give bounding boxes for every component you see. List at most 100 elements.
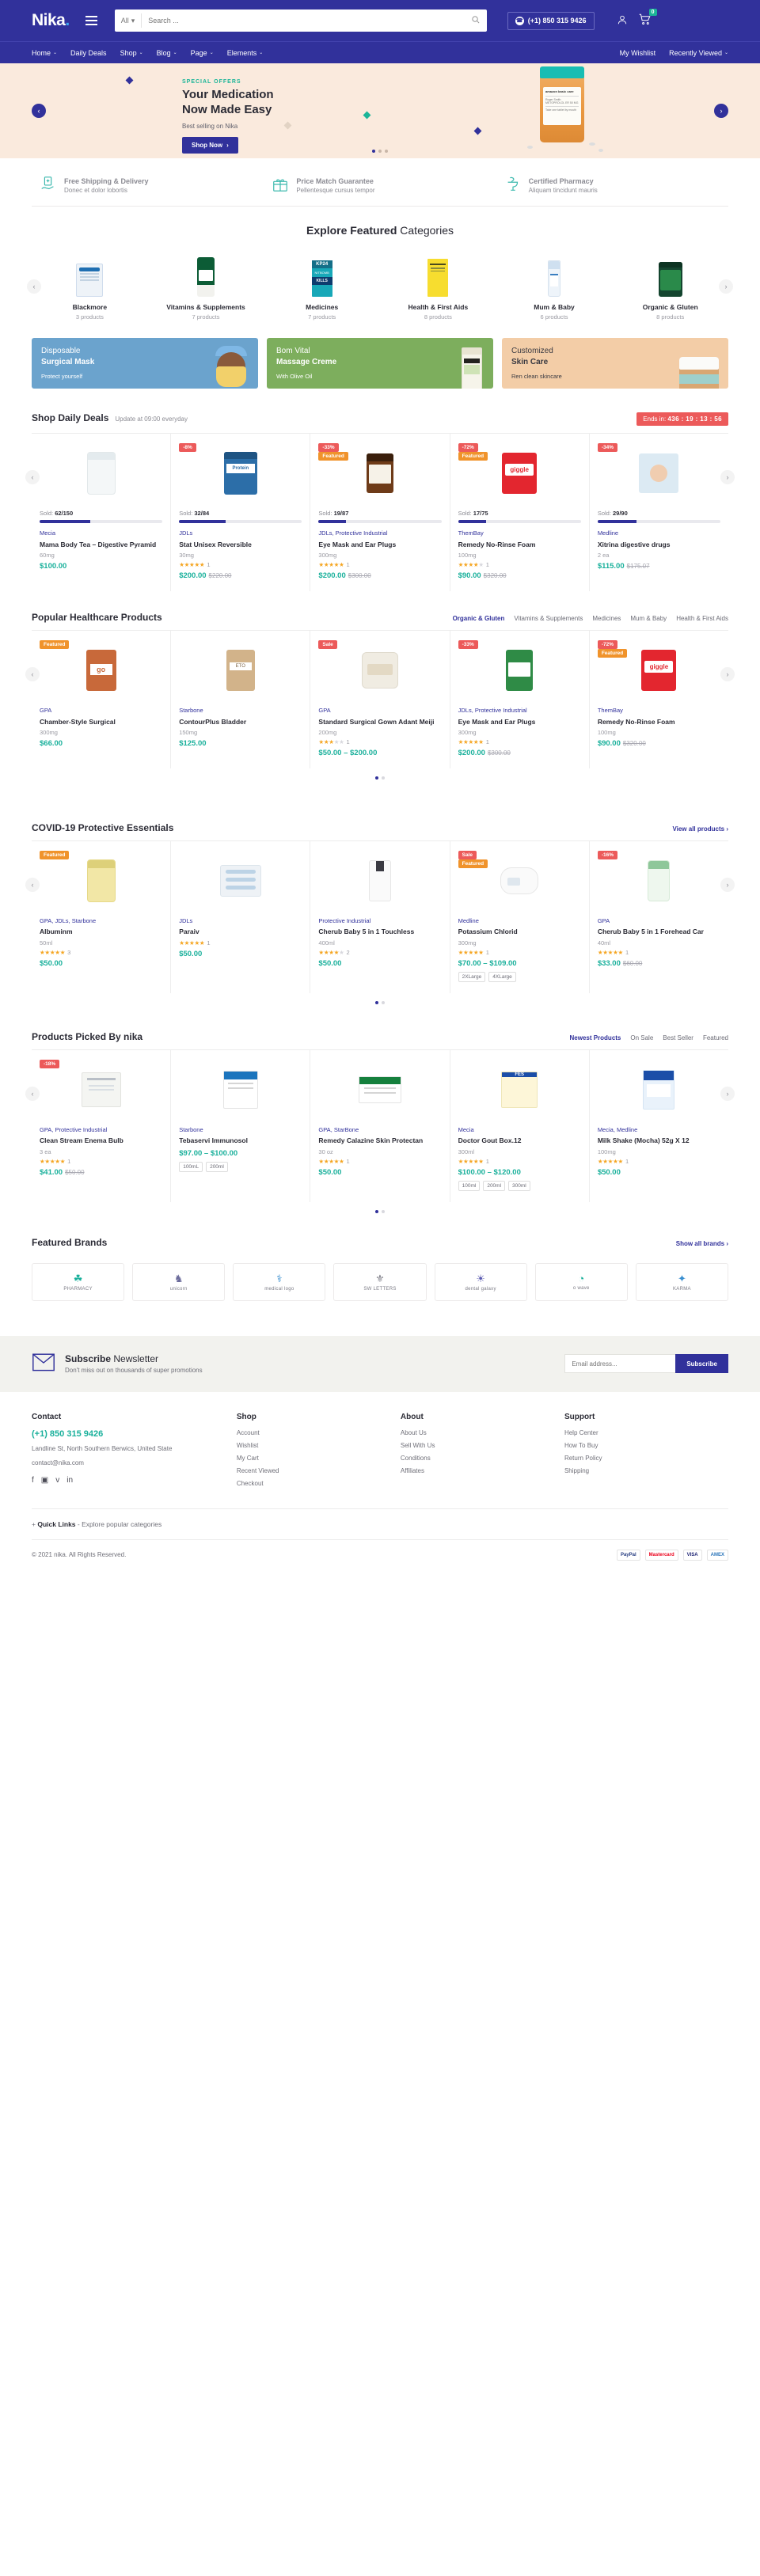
footer-link[interactable]: Recent Viewed <box>237 1467 401 1474</box>
tab-on-sale[interactable]: On Sale <box>630 1034 653 1041</box>
product-brand[interactable]: JDLs, Protective Industrial <box>318 529 441 538</box>
product-brand[interactable]: Mecia, Medline <box>598 1126 720 1135</box>
cart-icon[interactable]: 0 <box>639 9 657 28</box>
tab-medicines[interactable]: Medicines <box>592 615 621 622</box>
category-item[interactable]: Mum & Baby 6 products <box>496 249 613 321</box>
product-card[interactable]: -34% Sold: 29/90 Medline Xitrina digesti… <box>590 434 728 591</box>
product-brand[interactable]: JDLs <box>179 529 302 538</box>
product-card[interactable]: Protective Industrial Cherub Baby 5 in 1… <box>310 840 450 993</box>
footer-link[interactable]: Help Center <box>564 1429 728 1436</box>
product-name[interactable]: Eye Mask and Ear Plugs <box>458 718 581 727</box>
product-name[interactable]: Standard Surgical Gown Adant Meiji <box>318 718 441 727</box>
nav-item-page[interactable]: Page ⌄ <box>191 49 214 57</box>
product-card[interactable]: GPA, StarBone Remedy Calazine Skin Prote… <box>310 1049 450 1202</box>
product-brand[interactable]: GPA <box>598 917 720 926</box>
product-name[interactable]: Remedy No-Rinse Foam <box>598 718 720 727</box>
product-name[interactable]: Mama Body Tea – Digestive Pyramid <box>40 541 162 549</box>
product-name[interactable]: Paraiv <box>179 928 302 936</box>
product-name[interactable]: Remedy No-Rinse Foam <box>458 541 581 549</box>
tab-vitamins-supplements[interactable]: Vitamins & Supplements <box>514 615 583 622</box>
footer-link[interactable]: Wishlist <box>237 1442 401 1449</box>
show-all-brands-link[interactable]: Show all brands › <box>676 1240 728 1247</box>
footer-link[interactable]: Account <box>237 1429 401 1436</box>
search-icon[interactable] <box>464 15 487 26</box>
shop-now-button[interactable]: Shop Now › <box>182 136 238 154</box>
category-prev-button[interactable]: ‹ <box>27 279 41 294</box>
product-brand[interactable]: GPA, StarBone <box>318 1126 441 1135</box>
nav-item-home[interactable]: Home ⌄ <box>32 49 57 57</box>
phone-button[interactable]: ☎ (+1) 850 315 9426 <box>507 11 595 30</box>
promo-surgical-mask[interactable]: Disposable Surgical Mask Protect yourself <box>32 338 258 389</box>
brand-card[interactable]: ◔ o wave <box>534 1262 628 1301</box>
product-name[interactable]: Eye Mask and Ear Plugs <box>318 541 441 549</box>
popular-prev-button[interactable]: ‹ <box>25 667 40 682</box>
product-name[interactable]: Stat Unisex Reversible <box>179 541 302 549</box>
email-input[interactable] <box>564 1354 676 1374</box>
site-logo[interactable]: Nika. <box>32 11 70 30</box>
variant-option[interactable]: 100mL <box>179 1161 203 1172</box>
product-brand[interactable]: Protective Industrial <box>318 917 441 926</box>
variant-options[interactable]: 2XLarge 4XLarge <box>458 971 581 982</box>
product-name[interactable]: Milk Shake (Mocha) 52g X 12 <box>598 1136 720 1145</box>
brand-card[interactable]: ☘ PHARMACY <box>32 1262 125 1301</box>
product-card[interactable]: -18% GPA, Protective Industrial Clean St… <box>32 1049 172 1202</box>
hero-pagination-dots[interactable] <box>372 150 388 153</box>
footer-link[interactable]: Sell With Us <box>401 1442 564 1449</box>
variant-options[interactable]: 100mL 200ml <box>179 1161 302 1172</box>
variant-options[interactable]: 100ml 200ml 300ml <box>458 1180 581 1191</box>
product-card[interactable]: Starbone Tebaservi Immunosol $97.00 – $1… <box>171 1049 311 1202</box>
quick-links-toggle[interactable]: + Quick Links - Explore popular categori… <box>32 1508 728 1539</box>
footer-link[interactable]: Conditions <box>401 1455 564 1462</box>
product-card[interactable]: Sale GPA Standard Surgical Gown Adant Me… <box>310 631 450 768</box>
variant-option[interactable]: 200ml <box>483 1180 506 1191</box>
subscribe-button[interactable]: Subscribe <box>675 1354 728 1374</box>
product-brand[interactable]: JDLs, Protective Industrial <box>458 707 581 715</box>
nav-item-blog[interactable]: Blog ⌄ <box>157 49 177 57</box>
tab-best-seller[interactable]: Best Seller <box>663 1034 694 1041</box>
brand-card[interactable]: ⚕ medical logo <box>233 1262 326 1301</box>
variant-option[interactable]: 2XLarge <box>458 971 486 982</box>
brand-card[interactable]: ✦ KARMA <box>635 1262 728 1301</box>
product-name[interactable]: Doctor Gout Box.12 <box>458 1136 581 1145</box>
search-input[interactable] <box>142 17 464 25</box>
product-card[interactable]: Featured GPA, JDLs, Starbone Albuminm 50… <box>32 840 172 993</box>
category-next-button[interactable]: › <box>719 279 733 294</box>
tab-featured[interactable]: Featured <box>703 1034 728 1041</box>
product-card[interactable]: -33% JDLs, Protective Industrial Eye Mas… <box>450 631 590 768</box>
deals-next-button[interactable]: › <box>720 470 735 485</box>
hero-prev-button[interactable]: ‹ <box>32 104 46 118</box>
brand-card[interactable]: ☀ dental galaxy <box>434 1262 527 1301</box>
tab-mum-baby[interactable]: Mum & Baby <box>630 615 667 622</box>
variant-option[interactable]: 100ml <box>458 1180 481 1191</box>
footer-email[interactable]: contact@nika.com <box>32 1459 237 1466</box>
promo-skin-care[interactable]: Customized Skin Care Ren clean skincare <box>502 338 728 389</box>
product-brand[interactable]: JDLs <box>179 917 302 926</box>
product-brand[interactable]: Medline <box>458 917 581 926</box>
picked-next-button[interactable]: › <box>720 1086 735 1101</box>
product-card[interactable]: Mecia, Medline Milk Shake (Mocha) 52g X … <box>590 1050 728 1202</box>
picked-prev-button[interactable]: ‹ <box>25 1086 40 1101</box>
footer-phone[interactable]: (+1) 850 315 9426 <box>32 1429 237 1439</box>
popular-next-button[interactable]: › <box>720 667 735 682</box>
product-brand[interactable]: GPA <box>318 707 441 715</box>
deals-prev-button[interactable]: ‹ <box>25 470 40 485</box>
variant-option[interactable]: 4XLarge <box>488 971 516 982</box>
product-card[interactable]: -33% Featured Sold: 19/87 JDLs, Protecti… <box>310 434 450 592</box>
hero-next-button[interactable]: › <box>714 104 728 118</box>
tab-health-first-aids[interactable]: Health & First Aids <box>676 615 728 622</box>
product-name[interactable]: Potassium Chlorid <box>458 928 581 936</box>
product-brand[interactable]: ThemBay <box>598 707 720 715</box>
category-item[interactable]: Organic & Gluten 8 products <box>612 249 728 321</box>
nav-item-recently-viewed[interactable]: Recently Viewed ⌄ <box>669 49 728 57</box>
covid-prev-button[interactable]: ‹ <box>25 877 40 892</box>
menu-icon[interactable] <box>85 16 97 25</box>
promo-massage-creme[interactable]: Bom Vital Massage Creme With Olive Oil <box>267 338 493 389</box>
product-brand[interactable]: GPA <box>40 707 162 715</box>
footer-link[interactable]: Shipping <box>564 1467 728 1474</box>
product-name[interactable]: Remedy Calazine Skin Protectan <box>318 1136 441 1145</box>
nav-item-elements[interactable]: Elements ⌄ <box>227 49 264 57</box>
tab-newest-products[interactable]: Newest Products <box>569 1034 621 1041</box>
footer-link[interactable]: About Us <box>401 1429 564 1436</box>
brand-card[interactable]: ♞ unicorn <box>132 1262 226 1301</box>
product-card[interactable]: -8% Protein Sold: 32/84 JDLs Stat Unisex… <box>171 434 311 592</box>
